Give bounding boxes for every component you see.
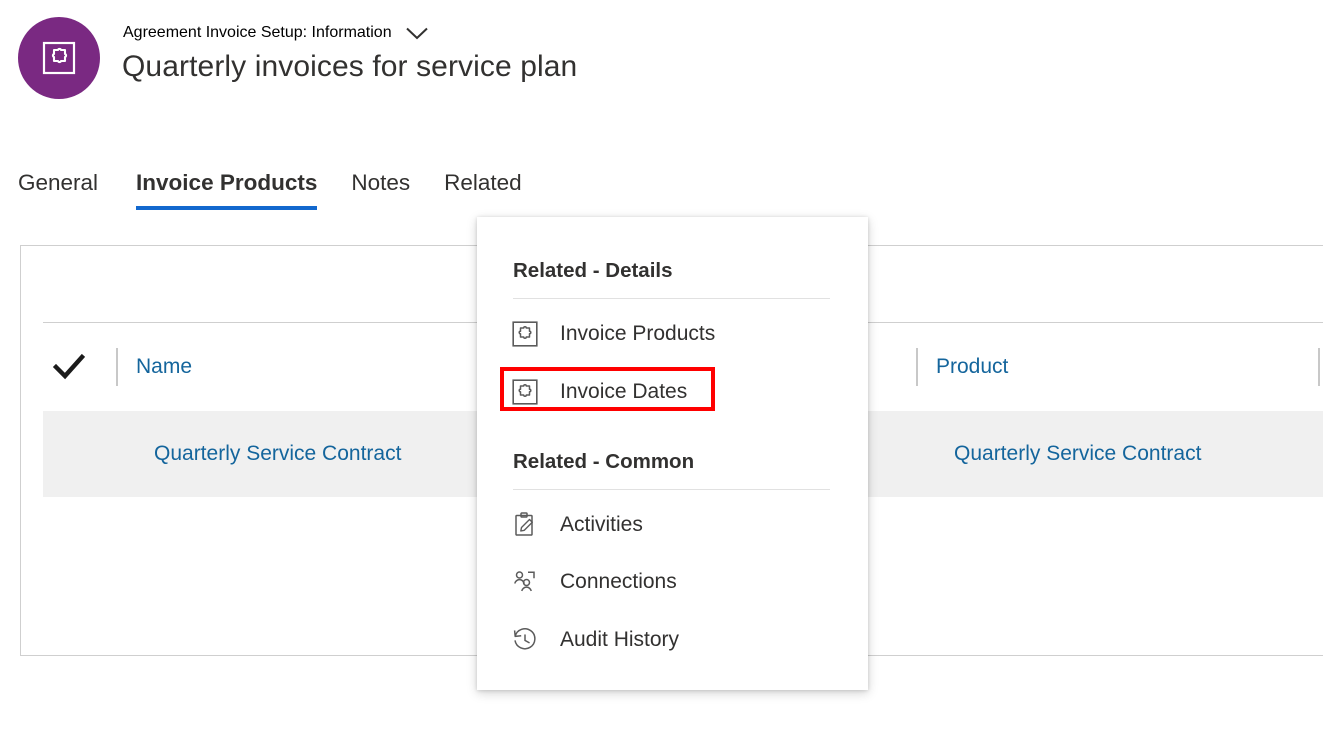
clipboard-pen-icon xyxy=(503,512,547,538)
chevron-down-icon[interactable] xyxy=(405,27,428,40)
menu-group-title-details: Related - Details xyxy=(513,259,673,282)
cell-product-link[interactable]: Quarterly Service Contract xyxy=(954,442,1201,466)
menu-item-label: Invoice Products xyxy=(560,322,716,345)
menu-group-divider xyxy=(513,489,830,490)
tab-related[interactable]: Related xyxy=(444,168,538,198)
record-type-breadcrumb[interactable]: Agreement Invoice Setup: Information xyxy=(123,20,428,46)
menu-group-divider xyxy=(513,298,830,299)
menu-group-title-common: Related - Common xyxy=(513,450,695,473)
record-avatar xyxy=(18,17,100,99)
entity-puzzle-icon xyxy=(503,379,547,405)
record-type-label: Agreement Invoice Setup: Information xyxy=(123,24,392,41)
menu-item-connections[interactable]: Connections xyxy=(503,560,843,604)
tab-list: General Invoice Products Notes Related xyxy=(18,168,556,218)
column-divider xyxy=(1318,348,1320,386)
tab-invoice-products[interactable]: Invoice Products xyxy=(136,168,333,210)
entity-puzzle-icon xyxy=(42,41,76,75)
page-title: Quarterly invoices for service plan xyxy=(122,50,578,83)
menu-item-label: Invoice Dates xyxy=(560,380,688,403)
menu-item-activities[interactable]: Activities xyxy=(503,503,843,547)
menu-item-label: Audit History xyxy=(560,628,680,651)
menu-item-invoice-products[interactable]: Invoice Products xyxy=(503,312,843,356)
select-all-cell[interactable] xyxy=(21,354,116,380)
history-clock-icon xyxy=(503,627,547,653)
checkmark-icon[interactable] xyxy=(52,354,85,380)
entity-puzzle-icon xyxy=(503,321,547,347)
people-connection-icon xyxy=(503,569,547,595)
tab-general[interactable]: General xyxy=(18,168,114,198)
cell-name-link[interactable]: Quarterly Service Contract xyxy=(154,442,401,466)
menu-item-label: Activities xyxy=(560,513,643,536)
related-flyout-menu: Related - Details Invoice Products Invoi… xyxy=(477,217,868,690)
app-root: Agreement Invoice Setup: Information Qua… xyxy=(0,0,1323,733)
column-header-product[interactable]: Product xyxy=(918,355,1318,379)
tab-notes[interactable]: Notes xyxy=(351,168,426,198)
menu-item-audit-history[interactable]: Audit History xyxy=(503,618,843,662)
menu-item-label: Connections xyxy=(560,570,677,593)
menu-item-invoice-dates[interactable]: Invoice Dates xyxy=(503,370,843,414)
